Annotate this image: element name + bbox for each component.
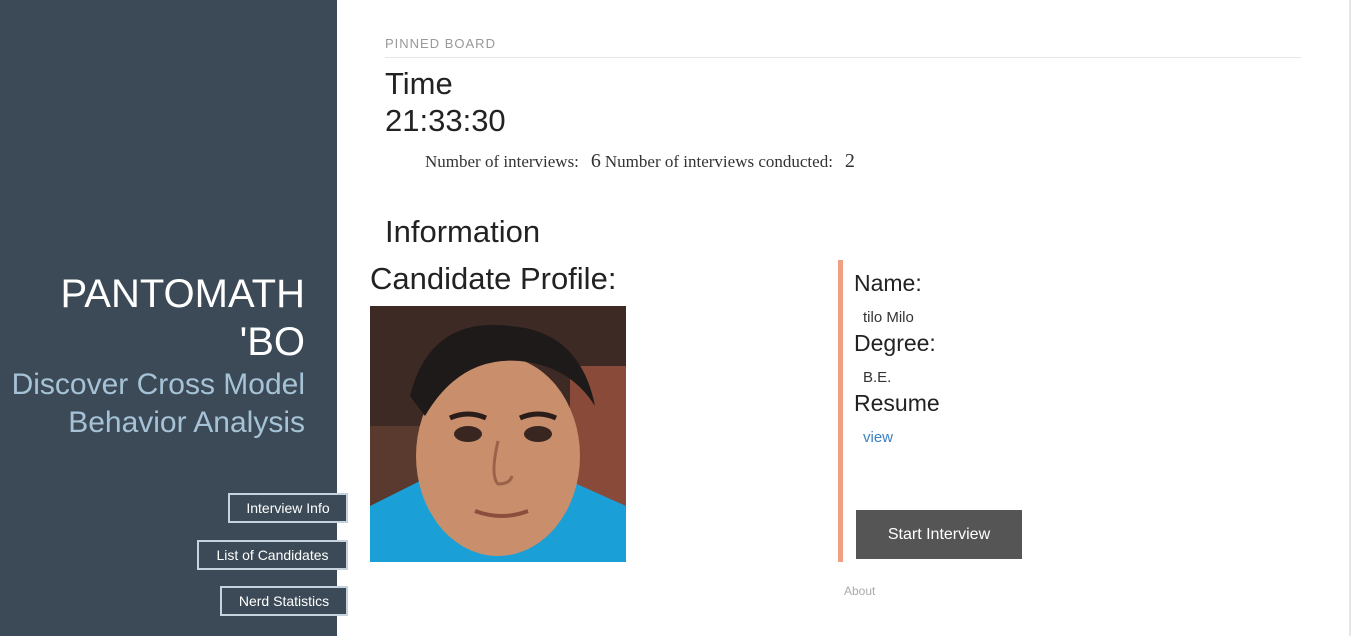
pinned-board-header: PINNED BOARD	[385, 36, 1301, 58]
brand-title: PANTOMATH 'BO	[60, 272, 305, 364]
start-interview-button[interactable]: Start Interview	[856, 510, 1022, 559]
conducted-count: 2	[844, 150, 855, 172]
brand-tagline: Discover Cross Model Behavior Analysis	[11, 368, 305, 439]
interviews-label: Number of interviews:	[425, 152, 579, 171]
resume-view-link[interactable]: view	[863, 429, 893, 446]
degree-label: Degree:	[854, 330, 936, 356]
about-link[interactable]: About	[844, 584, 875, 598]
name-value: tilo Milo	[863, 309, 914, 326]
nerd-statistics-button[interactable]: Nerd Statistics	[220, 586, 348, 616]
candidate-photo-image	[370, 306, 626, 562]
conducted-label: Number of interviews conducted:	[604, 152, 833, 171]
candidate-profile-heading: Candidate Profile:	[370, 261, 617, 296]
list-of-candidates-button[interactable]: List of Candidates	[197, 540, 348, 570]
time-label: Time	[385, 66, 453, 101]
interviews-count: 6	[590, 150, 601, 172]
interview-info-button[interactable]: Interview Info	[228, 493, 348, 523]
main-content: PINNED BOARD Time 21:33:30 Number of int…	[337, 0, 1349, 636]
information-heading: Information	[385, 214, 541, 249]
candidate-photo	[370, 306, 626, 562]
time-value: 21:33:30	[385, 103, 506, 138]
degree-value: B.E.	[863, 369, 892, 386]
resume-label: Resume	[854, 390, 940, 416]
interview-stats: Number of interviews: 6 Number of intervie…	[425, 150, 859, 173]
sidebar: PANTOMATH 'BO Discover Cross Model Behav…	[0, 0, 348, 636]
candidate-details: Name: tilo Milo Degree: B.E. Resume view…	[838, 260, 1143, 562]
name-label: Name:	[854, 270, 922, 296]
